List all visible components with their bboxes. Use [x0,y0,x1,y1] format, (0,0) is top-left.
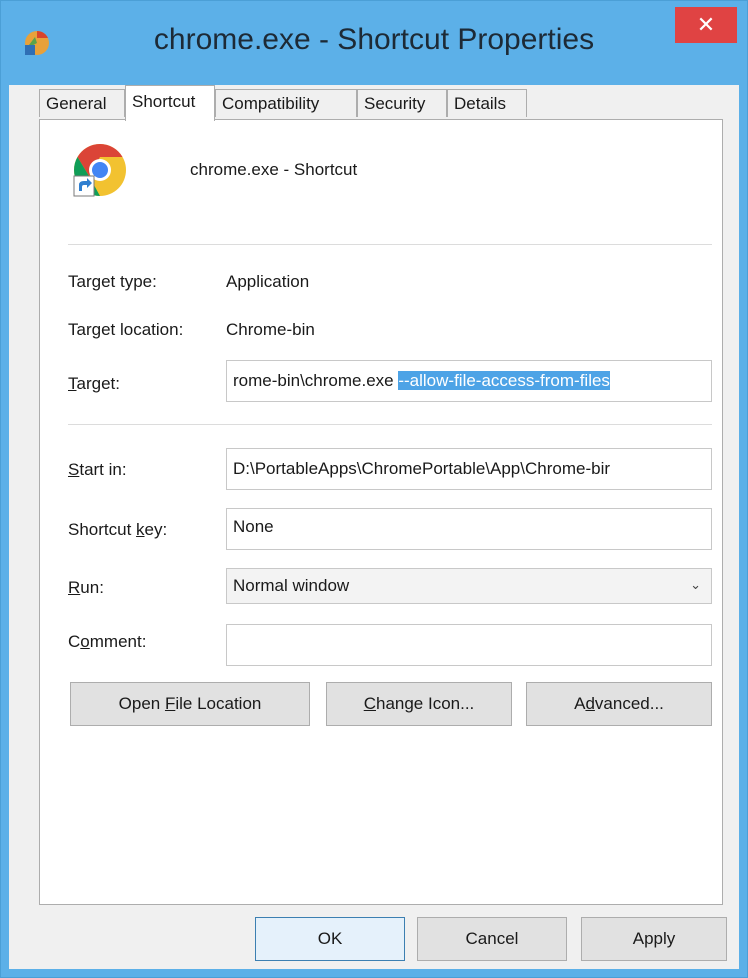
advanced-post: vanced... [594,694,664,713]
change-icon-post: hange Icon... [375,694,475,713]
advanced-pre: A [574,694,586,713]
change-icon-accel: C [363,694,376,713]
shortcut-key-label-pre: Shortcut [68,520,137,539]
target-type-label: Target type: [68,272,157,291]
target-value-text: rome-bin\chrome.exe [233,371,399,390]
target-label-accel: T [68,374,77,393]
start-in-label-rest: tart in: [79,460,127,479]
tab-shortcut[interactable]: Shortcut [125,85,215,121]
target-selected-text: --allow-file-access-from-files [398,371,610,390]
open-file-location-button[interactable]: Open File Location [70,682,310,726]
target-label-rest: arget: [76,374,120,393]
start-in-accel: S [68,460,80,479]
open-file-location-post: ile Location [175,694,262,713]
shortcut-name: chrome.exe - Shortcut [190,160,358,179]
target-label: Target: [68,374,120,394]
shortcut-key-input[interactable]: None [226,508,712,550]
close-button[interactable]: ✕ [675,7,737,43]
comment-input[interactable] [226,624,712,666]
start-in-input[interactable]: D:\PortableApps\ChromePortable\App\Chrom… [226,448,712,490]
shortcut-key-label-rest: ey: [144,520,168,539]
advanced-button[interactable]: Advanced... [526,682,712,726]
apply-button[interactable]: Apply [581,917,727,961]
target-location-value: Chrome-bin [226,320,315,339]
chevron-down-icon: ⌄ [690,577,701,592]
window-title: chrome.exe - Shortcut Properties [153,23,595,56]
comment-label-pre: C [68,632,81,651]
cancel-button[interactable]: Cancel [417,917,567,961]
target-input[interactable]: rome-bin\chrome.exe --allow-file-access-… [226,360,712,402]
advanced-accel: d [585,694,595,713]
chrome-icon [73,144,126,197]
target-type-value: Application [226,272,310,291]
change-icon-button[interactable]: Change Icon... [326,682,512,726]
run-dropdown[interactable]: Normal window ⌄ [226,568,712,604]
run-label: Run: [68,578,104,598]
run-selected-value: Normal window [233,576,350,595]
properties-window: chrome.exe - Shortcut Properties ✕ Gener… [0,0,748,978]
target-location-label: Target location: [68,320,184,339]
tab-compatibility[interactable]: Compatibility [215,89,357,117]
tab-details[interactable]: Details [447,89,527,117]
run-label-rest: un: [80,578,104,597]
shortcut-tab-panel: chrome.exe - Shortcut Target type: Appli… [39,119,723,905]
comment-label-rest: mment: [89,632,147,651]
start-in-label: Start in: [68,460,127,480]
separator [68,424,712,425]
comment-label: Comment: [68,632,146,652]
comment-accel: o [80,632,90,651]
open-file-location-accel: F [164,694,176,713]
tab-general[interactable]: General [39,89,125,117]
separator [68,244,712,245]
shortcut-key-label: Shortcut key: [68,520,167,540]
tab-security[interactable]: Security [357,89,447,117]
ok-button[interactable]: OK [255,917,405,961]
shortcut-key-accel: k [136,520,145,539]
title-bar[interactable]: chrome.exe - Shortcut Properties ✕ [1,1,747,85]
dialog-client: General Shortcut Compatibility Security … [9,85,739,969]
run-accel: R [68,578,81,597]
open-file-location-pre: Open [118,694,165,713]
